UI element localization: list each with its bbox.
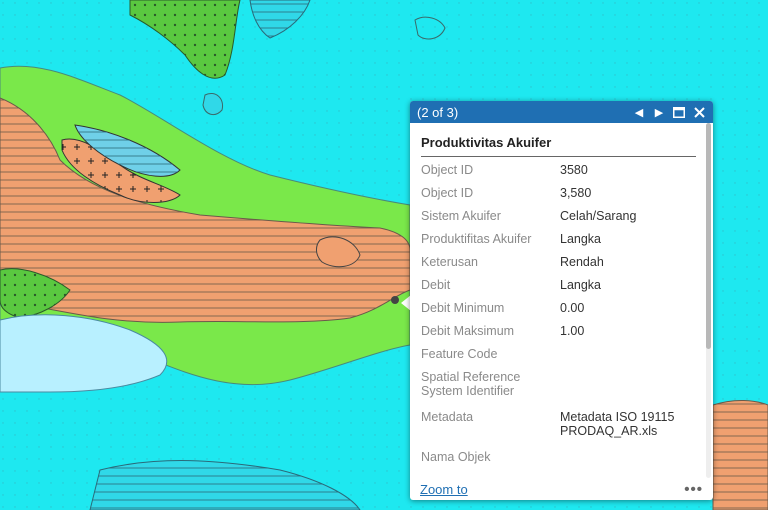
- attribute-row: Feature Code: [421, 347, 696, 370]
- attribute-row: Object ID 3580: [421, 163, 696, 186]
- attribute-row: Spatial Reference System Identifier: [421, 370, 696, 410]
- popup-scrollbar-thumb[interactable]: [706, 123, 711, 349]
- attribute-value: Langka: [560, 278, 602, 292]
- popup-scrollbar[interactable]: [706, 123, 711, 478]
- attribute-row: Debit Maksimum 1.00: [421, 324, 696, 347]
- feature-popup: (2 of 3) ◀ ▶ Produktivitas Akuifer Objec…: [410, 101, 713, 500]
- attribute-key: Sistem Akuifer: [421, 209, 501, 223]
- attribute-key: Metadata: [421, 410, 474, 424]
- attribute-key: Keterusan: [421, 255, 478, 269]
- attribute-key: Nama Objek: [421, 450, 491, 464]
- attribute-row: Metadata Metadata ISO 19115 PRODAQ_AR.xls: [421, 410, 696, 450]
- attribute-value: 3,580: [560, 186, 592, 200]
- attribute-value: Celah/Sarang: [560, 209, 637, 223]
- selected-location-marker[interactable]: [391, 296, 399, 304]
- attribute-row: Nama Objek: [421, 450, 696, 473]
- attribute-key: Spatial Reference System Identifier: [421, 370, 521, 398]
- attribute-row: Sistem Akuifer Celah/Sarang: [421, 209, 696, 232]
- attribute-row: Keterusan Rendah: [421, 255, 696, 278]
- popup-header: (2 of 3) ◀ ▶: [410, 101, 713, 123]
- next-arrow-icon[interactable]: ▶: [651, 104, 667, 120]
- popup-title: Produktivitas Akuifer: [421, 123, 696, 157]
- popup-footer: Zoom to •••: [410, 478, 713, 500]
- attribute-key: Debit Minimum: [421, 301, 505, 315]
- attribute-value: Langka: [560, 232, 602, 246]
- attribute-row: Object ID 3,580: [421, 186, 696, 209]
- attribute-table: Object ID 3580 Object ID 3,580 Sistem Akuife…: [421, 163, 696, 473]
- attribute-key: Feature Code: [421, 347, 498, 361]
- zoom-to-link[interactable]: Zoom to: [420, 482, 684, 497]
- popup-body[interactable]: Produktivitas Akuifer Object ID 3580 Objec…: [410, 123, 706, 478]
- popup-count: (2 of 3): [417, 104, 459, 120]
- attribute-value: [560, 370, 696, 410]
- attribute-row: Debit Minimum 0.00: [421, 301, 696, 324]
- attribute-value: Metadata ISO 19115 PRODAQ_AR.xls: [560, 410, 675, 438]
- attribute-value: 0.00: [560, 301, 585, 315]
- prev-arrow-icon[interactable]: ◀: [631, 104, 647, 120]
- attribute-value: [560, 450, 696, 473]
- attribute-value: 1.00: [560, 324, 585, 338]
- attribute-key: Object ID: [421, 186, 474, 200]
- attribute-value: [560, 347, 696, 370]
- attribute-key: Produktifitas Akuifer: [421, 232, 532, 246]
- attribute-key: Debit: [421, 278, 451, 292]
- island-west-outline: [202, 93, 224, 116]
- attribute-row: Produktifitas Akuifer Langka: [421, 232, 696, 255]
- maximize-icon[interactable]: [671, 104, 687, 120]
- close-icon[interactable]: [691, 104, 707, 120]
- attribute-key: Debit Maksimum: [421, 324, 515, 338]
- attribute-value: Rendah: [560, 255, 604, 269]
- more-actions-icon[interactable]: •••: [684, 481, 703, 498]
- attribute-key: Object ID: [421, 163, 474, 177]
- attribute-value: 3580: [560, 163, 588, 177]
- attribute-row: Debit Langka: [421, 278, 696, 301]
